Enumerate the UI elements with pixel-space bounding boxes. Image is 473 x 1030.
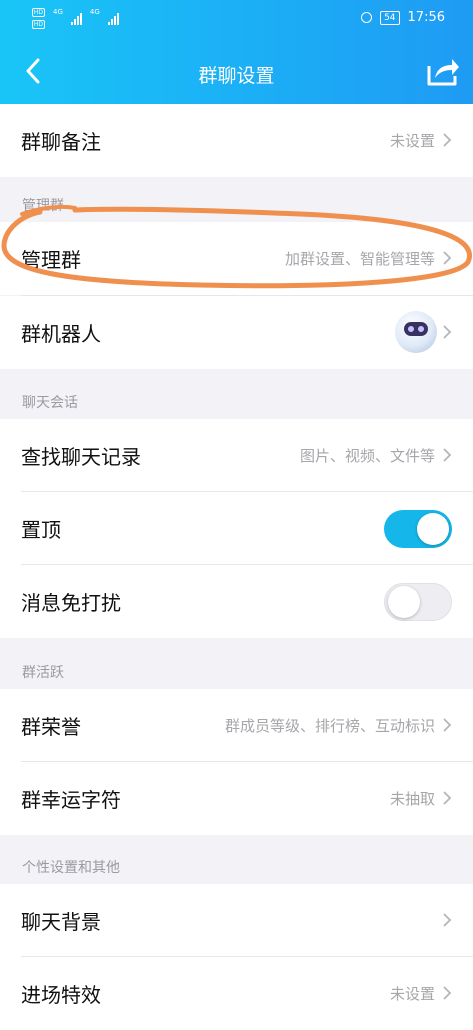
- row-label: 置顶: [21, 518, 61, 542]
- row-label: 进场特效: [21, 983, 101, 1007]
- chevron-right-icon: [443, 133, 452, 147]
- row-label: 群幸运字符: [21, 788, 121, 812]
- clock: 17:56: [407, 10, 445, 25]
- sim1-badge: HD: [32, 8, 45, 17]
- row-do-not-disturb: 消息免打扰: [0, 565, 473, 638]
- chevron-right-icon: [443, 791, 452, 805]
- row-group-honor[interactable]: 群荣誉 群成员等级、排行榜、互动标识: [0, 689, 473, 762]
- section-label-personal: 个性设置和其他: [22, 860, 120, 876]
- row-label: 查找聊天记录: [21, 445, 141, 469]
- chevron-right-icon: [443, 913, 452, 927]
- row-value: 未设置: [389, 132, 435, 150]
- row-lucky-char[interactable]: 群幸运字符 未抽取: [0, 762, 473, 835]
- row-value: 未抽取: [389, 790, 435, 808]
- chevron-right-icon: [443, 448, 452, 462]
- net1-label: 4G: [53, 8, 63, 16]
- chevron-right-icon: [443, 986, 452, 1000]
- row-label: 消息免打扰: [21, 591, 121, 615]
- robot-avatar-icon: [395, 311, 437, 353]
- section-label-manage: 管理群: [22, 198, 64, 214]
- row-group-robot[interactable]: 群机器人: [0, 296, 473, 369]
- row-label: 群聊备注: [21, 130, 101, 154]
- row-manage-group[interactable]: 管理群 加群设置、智能管理等: [0, 222, 473, 295]
- share-button[interactable]: [425, 54, 461, 88]
- row-value: 图片、视频、文件等: [299, 447, 435, 465]
- chevron-right-icon: [443, 325, 452, 339]
- section-label-chat: 聊天会话: [22, 395, 78, 411]
- nav-bar: 群聊设置: [0, 48, 473, 98]
- row-value: 加群设置、智能管理等: [284, 250, 435, 268]
- row-label: 管理群: [21, 248, 81, 272]
- row-value: 未设置: [389, 985, 435, 1003]
- chevron-right-icon: [443, 718, 452, 732]
- row-label: 群机器人: [21, 322, 101, 346]
- section-label-active: 群活跃: [22, 665, 64, 681]
- row-entry-effect[interactable]: 进场特效 未设置: [0, 957, 473, 1030]
- row-group-remark[interactable]: 群聊备注 未设置: [0, 104, 473, 177]
- share-icon: [427, 59, 459, 86]
- row-label: 群荣誉: [21, 715, 81, 739]
- row-pin-top: 置顶: [0, 492, 473, 565]
- sim2-badge: HD: [32, 20, 45, 29]
- net2-label: 4G: [89, 8, 100, 16]
- status-left: HD HD 4G 4G: [32, 8, 119, 29]
- chevron-right-icon: [443, 251, 452, 265]
- row-search-history[interactable]: 查找聊天记录 图片、视频、文件等: [0, 419, 473, 492]
- row-label: 聊天背景: [21, 910, 101, 934]
- signal1-icon: [70, 12, 82, 25]
- battery-indicator: 54: [380, 10, 400, 25]
- signal2-icon: [107, 12, 119, 25]
- status-right: 54 17:56: [361, 10, 445, 25]
- alarm-icon: [361, 12, 373, 23]
- header: HD HD 4G 4G 54 17:56 群聊设置: [0, 0, 473, 105]
- pin-toggle[interactable]: [384, 510, 452, 548]
- row-value: 群成员等级、排行榜、互动标识: [224, 717, 435, 735]
- status-bar: HD HD 4G 4G 54 17:56: [0, 0, 473, 38]
- row-chat-background[interactable]: 聊天背景: [0, 884, 473, 957]
- page-title: 群聊设置: [198, 65, 275, 87]
- mute-toggle[interactable]: [384, 583, 452, 621]
